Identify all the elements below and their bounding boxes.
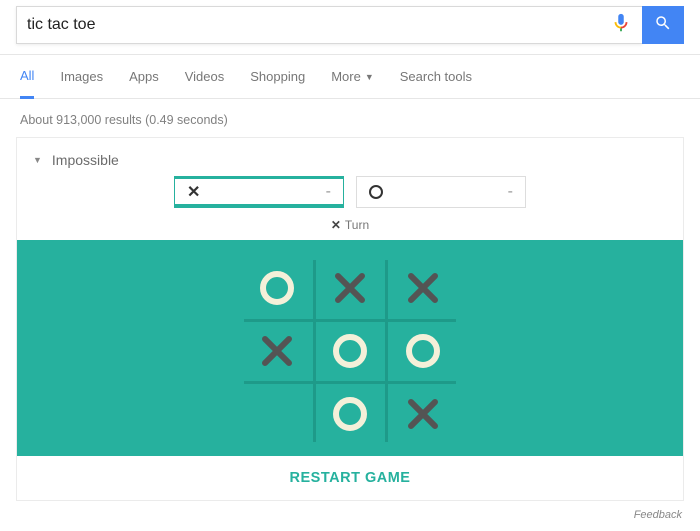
search-icon — [654, 14, 672, 37]
search-box[interactable] — [16, 6, 642, 44]
restart-button[interactable]: RESTART GAME — [17, 456, 683, 500]
x-mark-icon: ✕ — [187, 182, 200, 202]
tab-apps[interactable]: Apps — [129, 55, 159, 98]
board-cell[interactable] — [387, 319, 460, 382]
board-cell[interactable] — [240, 383, 313, 446]
feedback-link[interactable]: Feedback — [0, 505, 700, 531]
tab-shopping[interactable]: Shopping — [250, 55, 305, 98]
tab-all[interactable]: All — [20, 56, 34, 99]
voice-icon[interactable] — [600, 12, 642, 39]
score-x[interactable]: ✕ - — [174, 176, 344, 208]
search-bar — [0, 0, 700, 55]
turn-indicator: ✕ Turn — [17, 214, 683, 240]
board-cell[interactable] — [387, 383, 460, 446]
turn-mark: ✕ — [331, 218, 341, 232]
score-x-value: - — [326, 183, 331, 201]
o-mark-icon — [369, 185, 383, 199]
difficulty-selector[interactable]: ▼ Impossible — [17, 138, 683, 176]
board-cell[interactable] — [313, 383, 386, 446]
score-o[interactable]: - — [356, 176, 526, 208]
board-cell[interactable] — [313, 319, 386, 382]
search-input[interactable] — [17, 16, 600, 34]
tictactoe-card: ▼ Impossible ✕ - - ✕ Turn RESTART GAME — [16, 137, 684, 501]
board-cell[interactable] — [240, 319, 313, 382]
game-board — [240, 256, 460, 446]
tab-search-tools[interactable]: Search tools — [400, 55, 472, 98]
board-area — [17, 240, 683, 456]
search-button[interactable] — [642, 6, 684, 44]
board-cell[interactable] — [313, 256, 386, 319]
chevron-down-icon: ▼ — [33, 155, 42, 165]
results-meta: About 913,000 results (0.49 seconds) — [0, 99, 700, 137]
search-tabs: All Images Apps Videos Shopping More▼ Se… — [0, 55, 700, 99]
board-cell[interactable] — [387, 256, 460, 319]
difficulty-label: Impossible — [52, 152, 119, 168]
tab-videos[interactable]: Videos — [185, 55, 225, 98]
turn-label: Turn — [345, 218, 369, 232]
score-row: ✕ - - — [17, 176, 683, 214]
chevron-down-icon: ▼ — [365, 72, 374, 82]
board-cell[interactable] — [240, 256, 313, 319]
score-o-value: - — [508, 183, 513, 201]
tab-more[interactable]: More▼ — [331, 55, 374, 98]
tab-images[interactable]: Images — [60, 55, 103, 98]
